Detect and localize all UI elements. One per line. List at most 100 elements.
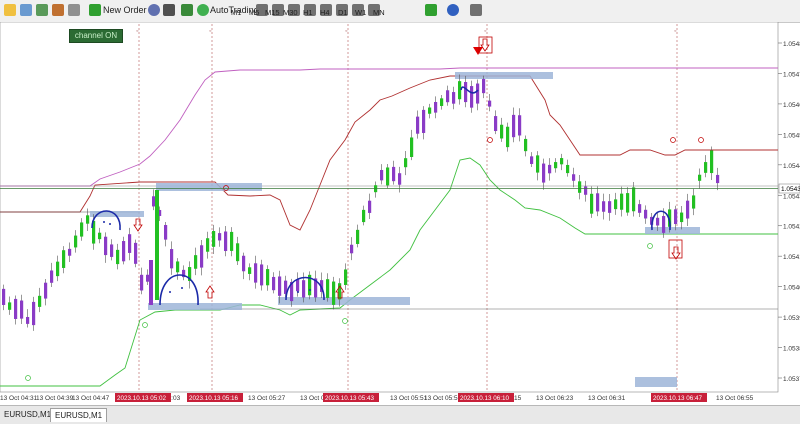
separator-mark: ◦ <box>136 28 138 35</box>
metaeditor-icon[interactable] <box>148 4 160 16</box>
bear-candle <box>584 186 588 195</box>
timeframe-m5[interactable]: M5 <box>249 8 259 17</box>
drawn-dot <box>103 221 105 223</box>
time-label: 13 Oct 04:31 <box>0 395 38 402</box>
timeframe-mn[interactable]: MN <box>373 8 385 17</box>
bull-candle <box>338 283 342 300</box>
chart-tab-1[interactable]: EURUSD,M1 <box>0 408 55 421</box>
navigator-icon[interactable] <box>52 4 64 16</box>
bear-candle <box>14 298 18 319</box>
price-label: 1.0541 <box>783 254 800 261</box>
bear-candle <box>218 233 222 241</box>
timeframe-m1[interactable]: M1 <box>231 8 241 17</box>
timeframe-h4[interactable]: H4 <box>320 8 330 17</box>
current-price-label: 1.0543 <box>781 186 800 193</box>
window-icon[interactable] <box>4 4 16 16</box>
price-label: 1.0546 <box>783 102 800 109</box>
bear-candle <box>662 216 666 233</box>
bear-candle <box>392 166 396 182</box>
timeframe-w1[interactable]: W1 <box>355 8 366 17</box>
bear-candle <box>422 109 426 133</box>
bear-candle <box>254 263 258 283</box>
new-order-icon[interactable] <box>89 4 101 16</box>
timeframe-d1[interactable]: D1 <box>338 8 348 17</box>
price-label: 1.0542 <box>783 224 800 231</box>
drawn-dot <box>297 291 299 293</box>
bar-chart-icon[interactable] <box>163 4 175 16</box>
bull-candle <box>344 269 348 285</box>
price-label: 1.0547 <box>783 71 800 78</box>
time-label: 13 Oct 06:23 <box>536 395 574 402</box>
price-zone <box>156 183 262 191</box>
bull-candle <box>332 281 336 305</box>
price-label: 1.0537 <box>783 376 800 383</box>
bear-candle <box>26 316 30 324</box>
bear-candle <box>434 101 438 113</box>
separator-mark: ◦ <box>674 28 676 35</box>
bull-candle <box>38 295 42 307</box>
price-label: 1.0539 <box>783 315 800 322</box>
profile-icon[interactable] <box>36 4 48 16</box>
price-chart[interactable]: ◦ ◦ ◦ ◦ ◦ 1.0548 1.0547 1.0546 1.0545 1.0544 1.05… <box>0 22 800 405</box>
candle-chart-icon[interactable] <box>181 4 193 16</box>
bear-candle <box>488 100 492 107</box>
separator-mark: ◦ <box>209 28 211 35</box>
bear-candle <box>380 169 384 181</box>
periods-icon[interactable] <box>447 4 459 16</box>
channel-indicator-label[interactable]: channel ON <box>69 29 123 43</box>
bear-candle <box>512 114 516 138</box>
bear-candle <box>596 193 600 212</box>
price-zone <box>635 377 677 387</box>
price-zone <box>455 72 553 79</box>
price-zone <box>278 297 410 305</box>
bull-candle <box>155 190 159 300</box>
bear-candle <box>452 92 456 104</box>
bull-candle <box>8 302 12 310</box>
bull-candle <box>500 124 504 139</box>
time-label: 13 Oct 05:59 <box>424 395 462 402</box>
bull-candle <box>236 243 240 262</box>
bull-candle <box>626 193 630 213</box>
indicators-icon[interactable] <box>425 4 437 16</box>
bear-candle <box>164 225 168 240</box>
bear-candle <box>242 255 246 272</box>
bull-candle <box>524 138 528 152</box>
bull-candle <box>698 174 702 181</box>
autotrading-icon[interactable] <box>197 4 209 16</box>
bull-candle <box>212 231 216 247</box>
bear-candle <box>716 174 720 184</box>
bull-candle <box>680 212 684 223</box>
bull-candle <box>566 164 570 174</box>
drawn-dot <box>169 291 171 293</box>
timeframe-m15[interactable]: M15 <box>265 8 280 17</box>
chart-tab-2[interactable]: EURUSD,M1 <box>50 408 108 422</box>
bear-candle <box>542 163 546 183</box>
price-label: 1.0548 <box>783 41 800 48</box>
bull-candle <box>692 195 696 209</box>
chart-icon[interactable] <box>20 4 32 16</box>
timeframe-h1[interactable]: H1 <box>303 8 313 17</box>
bear-candle <box>44 282 48 299</box>
bear-candle <box>482 78 486 94</box>
bear-candle <box>476 83 480 104</box>
bull-candle <box>176 261 180 273</box>
price-label: 1.0545 <box>783 132 800 139</box>
templates-icon[interactable] <box>470 4 482 16</box>
bear-candle <box>644 209 648 219</box>
price-label: 1.0544 <box>783 163 800 170</box>
bear-candle <box>128 234 132 253</box>
bull-candle <box>614 199 618 210</box>
bull-candle <box>386 167 390 186</box>
bear-candle <box>68 248 72 256</box>
terminal-icon[interactable] <box>68 4 80 16</box>
bull-candle <box>74 235 78 248</box>
timeframe-m30[interactable]: M30 <box>283 8 298 17</box>
bull-candle <box>266 269 270 286</box>
bear-candle <box>2 288 6 305</box>
new-order-button[interactable]: New Order <box>103 3 147 18</box>
bull-candle <box>590 193 594 214</box>
time-label: 13 Oct 05:27 <box>248 395 286 402</box>
bear-candle <box>296 278 300 292</box>
bear-candle <box>416 116 420 134</box>
bear-candle <box>446 90 450 103</box>
